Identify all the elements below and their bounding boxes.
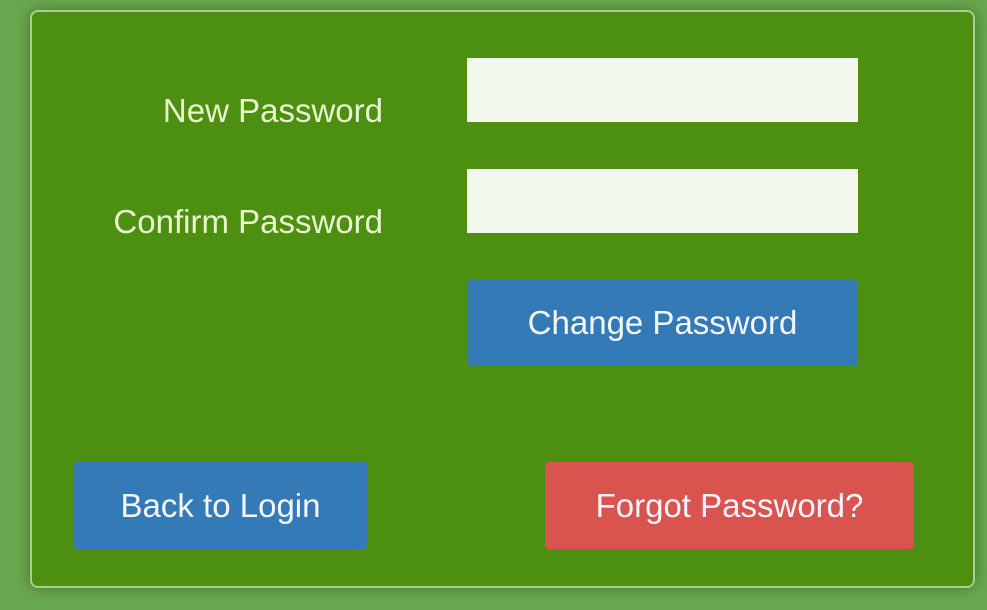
confirm-password-label: Confirm Password bbox=[113, 203, 383, 240]
change-password-button[interactable]: Change Password bbox=[467, 280, 858, 366]
forgot-password-button[interactable]: Forgot Password? bbox=[545, 462, 914, 549]
new-password-input[interactable] bbox=[467, 58, 858, 122]
change-password-panel: New Password Confirm Password Change Pas… bbox=[30, 10, 975, 588]
confirm-password-input[interactable] bbox=[467, 169, 858, 233]
back-to-login-button[interactable]: Back to Login bbox=[74, 462, 367, 549]
new-password-label: New Password bbox=[162, 92, 383, 129]
